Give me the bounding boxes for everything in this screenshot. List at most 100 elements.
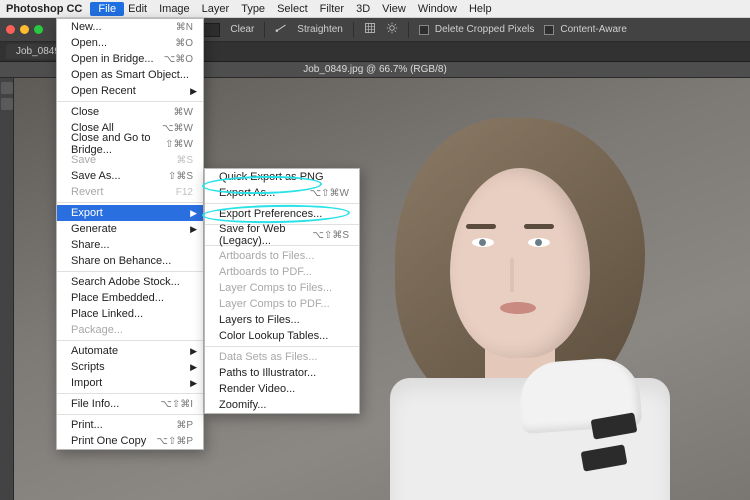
menu-image[interactable]: Image (159, 3, 190, 15)
straighten-button[interactable]: Straighten (297, 24, 343, 35)
menu-item-label: Import (71, 377, 102, 389)
menu-item-label: Share on Behance... (71, 255, 171, 267)
file-menu-item: Save ⌘S (57, 152, 203, 168)
export-menu-item[interactable]: Paths to Illustrator... (205, 365, 359, 381)
menu-item-label: Artboards to PDF... (219, 266, 312, 278)
file-menu-item[interactable]: Open Recent▶ (57, 83, 203, 99)
menu-item-label: Package... (71, 324, 123, 336)
file-menu-item[interactable]: Import▶ (57, 375, 203, 391)
image-region (390, 378, 670, 500)
export-menu-item[interactable]: Color Lookup Tables... (205, 328, 359, 344)
menu-item-shortcut: ⌘O (175, 38, 193, 49)
file-menu-item[interactable]: Automate▶ (57, 343, 203, 359)
submenu-arrow-icon: ▶ (190, 362, 197, 373)
menu-help[interactable]: Help (469, 3, 492, 15)
file-menu-item[interactable]: Print...⌘P (57, 417, 203, 433)
file-menu-item[interactable]: Search Adobe Stock... (57, 274, 203, 290)
export-menu-item: Layer Comps to Files... (205, 280, 359, 296)
menu-layer[interactable]: Layer (202, 3, 230, 15)
file-menu-item[interactable]: Close and Go to Bridge...⇧⌘W (57, 136, 203, 152)
menu-item-shortcut: ⌥⇧⌘S (312, 230, 349, 241)
image-region (524, 224, 554, 229)
menu-item-shortcut: ⌘W (174, 107, 193, 118)
minimize-window-button[interactable] (20, 25, 29, 34)
menu-item-label: Open in Bridge... (71, 53, 154, 65)
menu-separator (57, 414, 203, 415)
menu-edit[interactable]: Edit (128, 3, 147, 15)
menu-separator (57, 271, 203, 272)
menu-window[interactable]: Window (418, 3, 457, 15)
checkbox-icon (419, 25, 429, 35)
export-submenu: Quick Export as PNGExport As...⌥⇧⌘WExpor… (204, 168, 360, 414)
menu-item-label: Save As... (71, 170, 121, 182)
menu-item-label: Automate (71, 345, 118, 357)
file-menu-item[interactable]: Share on Behance... (57, 253, 203, 269)
clear-button[interactable]: Clear (230, 24, 254, 35)
file-menu-item[interactable]: Share... (57, 237, 203, 253)
menu-item-label: Export As... (219, 187, 275, 199)
export-menu-item: Layer Comps to PDF... (205, 296, 359, 312)
menu-select[interactable]: Select (277, 3, 308, 15)
settings-gear-icon[interactable] (386, 22, 398, 37)
file-menu-item[interactable]: Open in Bridge... ⌥⌘O (57, 51, 203, 67)
zoom-window-button[interactable] (34, 25, 43, 34)
export-menu-item[interactable]: Zoomify... (205, 397, 359, 413)
file-menu-item[interactable]: Scripts▶ (57, 359, 203, 375)
export-menu-item[interactable]: Export As...⌥⇧⌘W (205, 185, 359, 201)
file-menu-item[interactable]: Save As... ⇧⌘S (57, 168, 203, 184)
menu-type[interactable]: Type (241, 3, 265, 15)
file-menu-item[interactable]: Close⌘W (57, 104, 203, 120)
menu-item-shortcut: ⇧⌘W (165, 139, 193, 150)
file-menu-item[interactable]: Place Linked... (57, 306, 203, 322)
image-region (581, 444, 628, 471)
menu-item-label: Save (71, 154, 96, 166)
file-menu-item[interactable]: Open as Smart Object... (57, 67, 203, 83)
menu-item-label: Export Preferences... (219, 208, 322, 220)
menu-3d[interactable]: 3D (356, 3, 370, 15)
menu-item-label: Place Linked... (71, 308, 143, 320)
straighten-icon[interactable] (275, 22, 287, 37)
menu-view[interactable]: View (382, 3, 406, 15)
menu-item-shortcut: ⌥⌘O (164, 54, 193, 65)
mac-menubar: Photoshop CC File Edit Image Layer Type … (0, 0, 750, 18)
separator (264, 22, 265, 38)
menu-item-label: Data Sets as Files... (219, 351, 317, 363)
file-menu-item[interactable]: New...⌘N (57, 19, 203, 35)
file-menu-item[interactable]: Open...⌘O (57, 35, 203, 51)
file-menu-item[interactable]: Generate▶ (57, 221, 203, 237)
file-menu-item[interactable]: Place Embedded... (57, 290, 203, 306)
tool-slot[interactable] (1, 82, 13, 94)
export-menu-item[interactable]: Save for Web (Legacy)...⌥⇧⌘S (205, 227, 359, 243)
delete-cropped-checkbox[interactable]: Delete Cropped Pixels (419, 24, 535, 35)
export-menu-item[interactable]: Render Video... (205, 381, 359, 397)
tools-panel (0, 78, 14, 500)
export-menu-item[interactable]: Export Preferences... (205, 206, 359, 222)
menu-item-shortcut: F12 (176, 187, 193, 198)
grid-overlay-icon[interactable] (364, 22, 376, 37)
close-window-button[interactable] (6, 25, 15, 34)
file-menu-item[interactable]: File Info...⌥⇧⌘I (57, 396, 203, 412)
menu-item-shortcut: ⌘S (176, 155, 193, 166)
document-image (300, 98, 720, 500)
content-aware-checkbox[interactable]: Content-Aware (544, 24, 627, 35)
menu-item-label: Paths to Illustrator... (219, 367, 316, 379)
menu-item-label: Artboards to Files... (219, 250, 314, 262)
menu-item-label: Save for Web (Legacy)... (219, 223, 312, 247)
menu-separator (57, 340, 203, 341)
menu-item-label: Revert (71, 186, 103, 198)
menu-file[interactable]: File (90, 2, 124, 16)
file-menu-item[interactable]: Print One Copy⌥⇧⌘P (57, 433, 203, 449)
export-menu-item[interactable]: Quick Export as PNG (205, 169, 359, 185)
menu-item-shortcut: ⇧⌘S (168, 171, 193, 182)
menu-item-label: Layers to Files... (219, 314, 300, 326)
export-menu-item[interactable]: Layers to Files... (205, 312, 359, 328)
tool-slot[interactable] (1, 98, 13, 110)
checkbox-icon (544, 25, 554, 35)
file-menu-item[interactable]: Export▶ (57, 205, 203, 221)
image-region (510, 258, 514, 292)
image-region (472, 238, 494, 247)
export-menu-item: Artboards to PDF... (205, 264, 359, 280)
file-menu-item: Revert F12 (57, 184, 203, 200)
menu-filter[interactable]: Filter (320, 3, 344, 15)
menu-item-label: Place Embedded... (71, 292, 164, 304)
